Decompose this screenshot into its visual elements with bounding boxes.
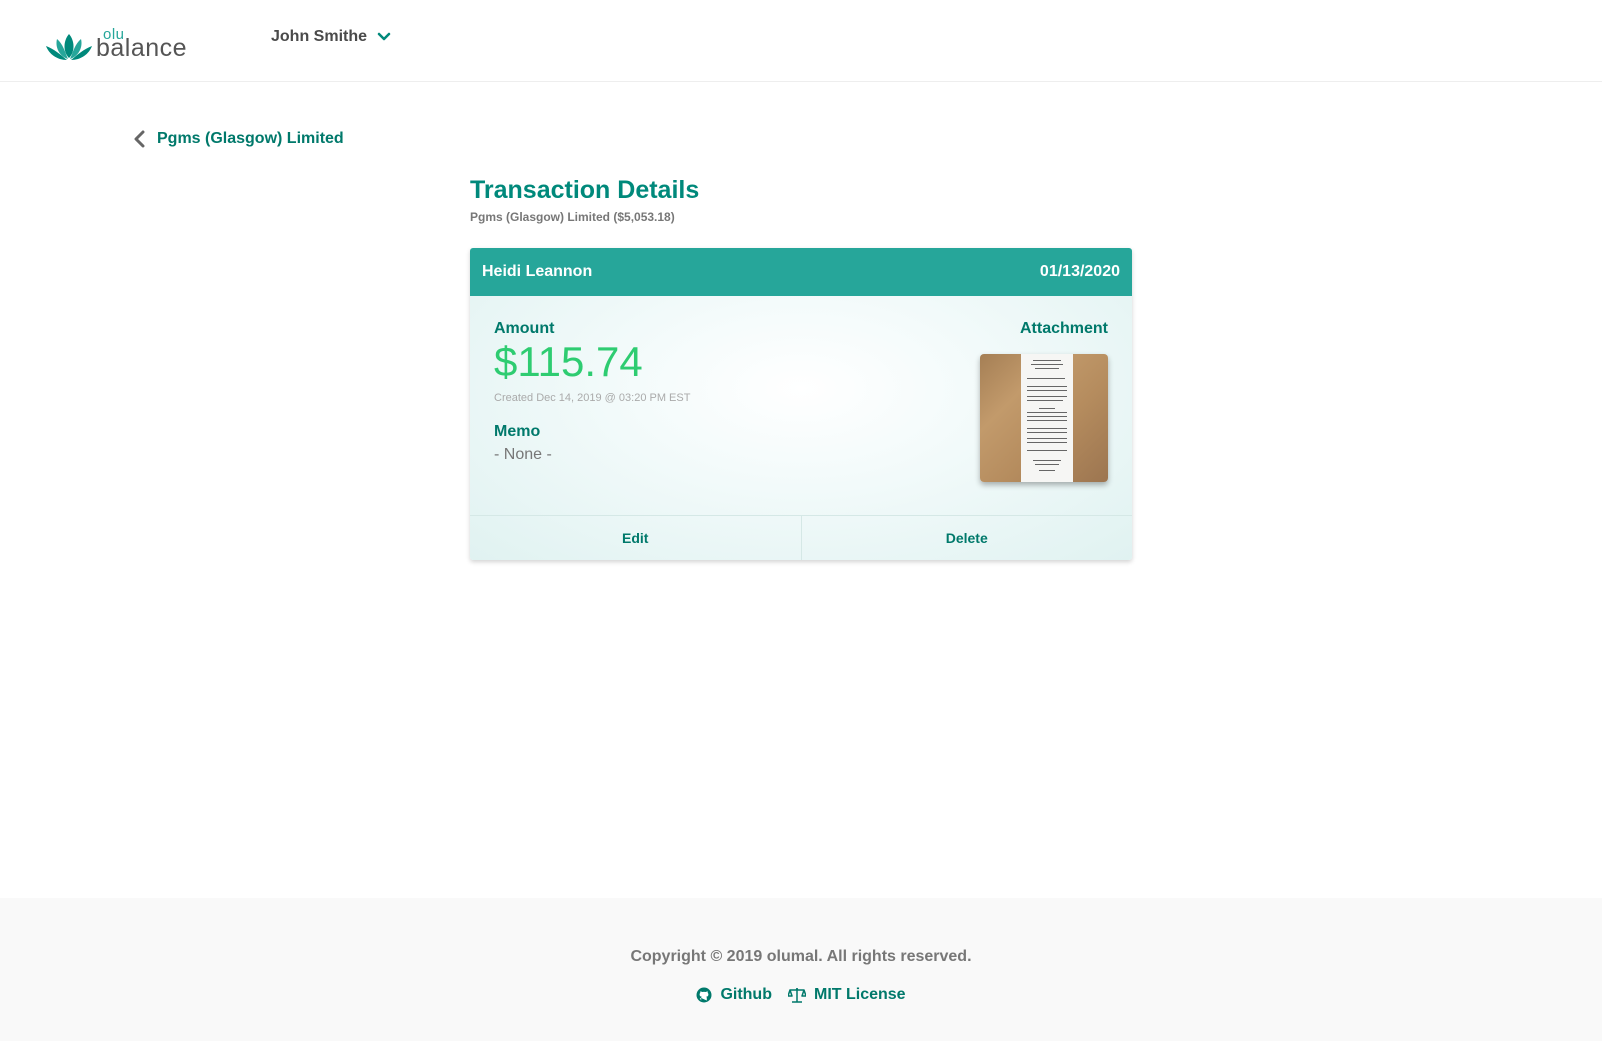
logo-balance-text: balance [96,34,188,62]
page-subtitle: Pgms (Glasgow) Limited ($5,053.18) [470,210,675,224]
top-bar: olu balance John Smithe [0,0,1602,82]
github-link[interactable]: Github [696,986,772,1004]
chevron-down-icon [377,32,391,41]
transaction-card-body: Amount $115.74 Created Dec 14, 2019 @ 03… [470,296,1132,514]
receipt-image [1021,354,1073,482]
olubalance-logo[interactable]: olu balance [44,22,204,62]
github-icon [696,987,712,1003]
chevron-left-icon [134,130,145,148]
transaction-date: 01/13/2020 [1039,263,1120,280]
mit-license-label: MIT License [813,986,906,1003]
balance-scale-icon [787,988,806,1003]
amount-value: $115.74 [494,338,643,385]
transaction-card-header: Heidi Leannon 01/13/2020 [470,248,1132,296]
page-title: Transaction Details [470,176,700,204]
user-menu-dropdown[interactable]: John Smithe [271,28,391,46]
github-link-label: Github [720,986,772,1003]
memo-label: Memo [494,423,541,440]
back-link-label: Pgms (Glasgow) Limited [157,130,344,147]
mit-license-link[interactable]: MIT License [787,986,906,1004]
transaction-actions: Edit Delete [470,515,1132,560]
logo-wordmark: olu balance [96,26,196,62]
transaction-payee: Heidi Leannon [482,263,593,280]
attachment-label: Attachment [1019,320,1108,337]
created-timestamp: Created Dec 14, 2019 @ 03:20 PM EST [494,392,691,404]
edit-button[interactable]: Edit [470,516,801,560]
footer: Copyright © 2019 olumal. All rights rese… [0,898,1602,1041]
back-to-account-link[interactable]: Pgms (Glasgow) Limited [133,130,344,148]
footer-links: Github MIT License [0,986,1602,1004]
lotus-logo-icon [46,34,92,60]
amount-label: Amount [494,320,555,337]
memo-value: - None - [494,446,552,463]
transaction-card: Heidi Leannon 01/13/2020 Amount $115.74 … [470,248,1132,560]
delete-button[interactable]: Delete [800,516,1133,560]
copyright-text: Copyright © 2019 olumal. All rights rese… [630,948,972,965]
attachment-thumbnail[interactable] [980,354,1108,482]
user-name: John Smithe [271,28,368,45]
